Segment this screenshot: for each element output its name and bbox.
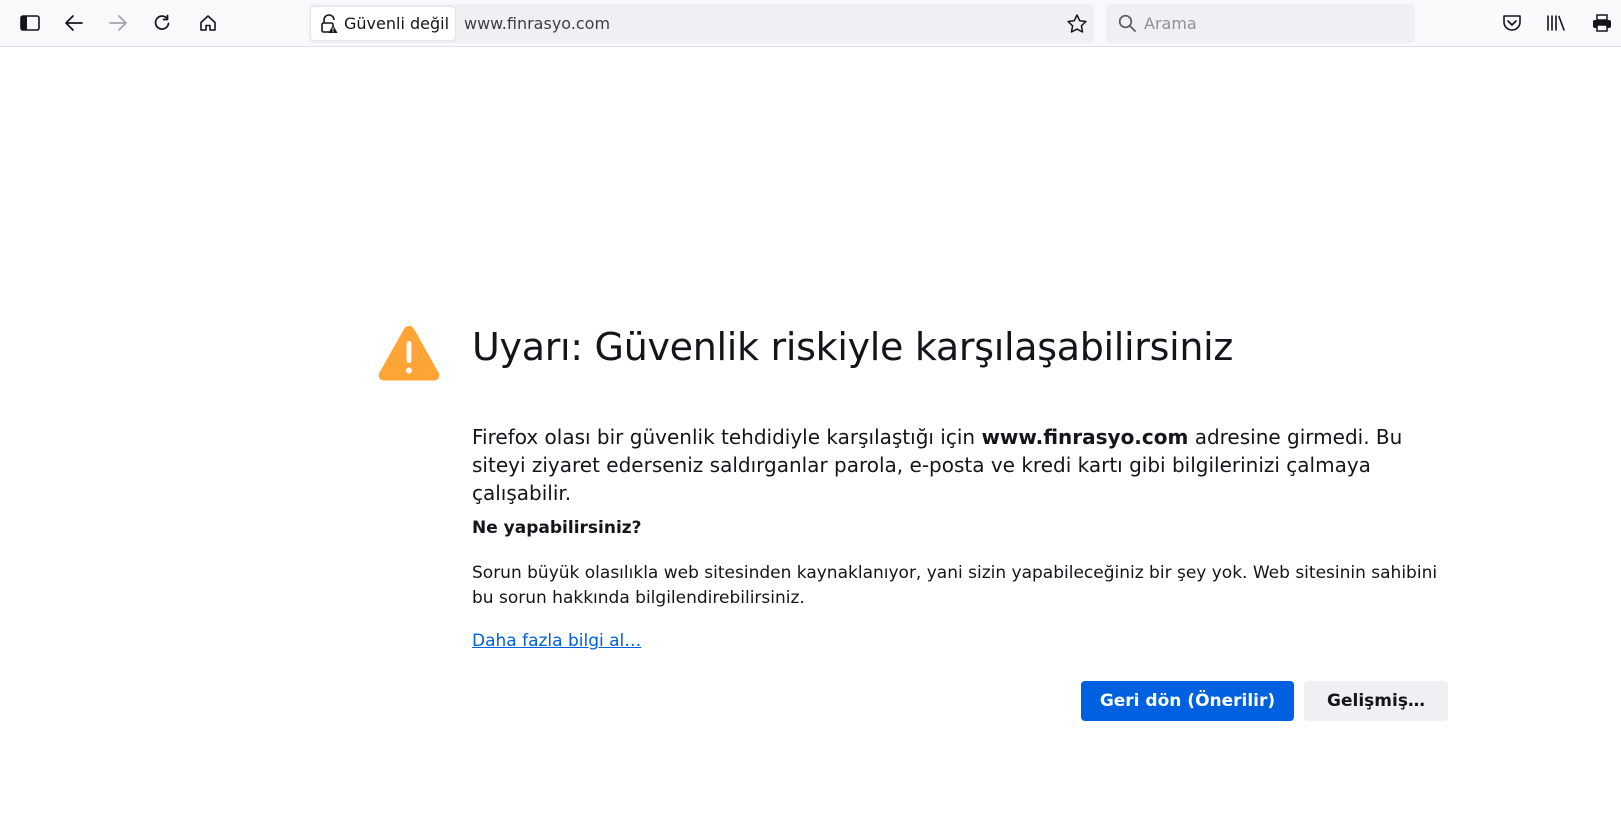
warning-icon bbox=[377, 323, 441, 383]
insecure-lock-icon bbox=[320, 13, 338, 34]
print-icon[interactable] bbox=[1586, 7, 1618, 39]
library-icon[interactable] bbox=[1541, 7, 1573, 39]
sidebar-icon[interactable] bbox=[14, 7, 46, 39]
search-bar[interactable] bbox=[1106, 4, 1415, 43]
search-icon bbox=[1118, 14, 1136, 36]
page-title: Uyarı: Güvenlik riskiyle karşılaşabilirs… bbox=[472, 325, 1234, 369]
search-input[interactable] bbox=[1144, 11, 1404, 35]
pocket-icon[interactable] bbox=[1496, 7, 1528, 39]
star-icon[interactable] bbox=[1065, 12, 1089, 36]
learn-more-link[interactable]: Daha fazla bilgi al… bbox=[472, 631, 641, 651]
not-secure-label: Güvenli değil bbox=[344, 14, 450, 33]
what-can-you-do-heading: Ne yapabilirsiniz? bbox=[472, 518, 642, 538]
desc-domain: www.finrasyo.com bbox=[981, 425, 1189, 449]
reload-icon[interactable] bbox=[146, 7, 178, 39]
go-back-button[interactable]: Geri dön (Önerilir) bbox=[1081, 681, 1294, 721]
url-text[interactable]: www.finrasyo.com bbox=[464, 14, 610, 33]
desc-text-1: Firefox olası bir güvenlik tehdidiyle ka… bbox=[472, 425, 982, 449]
site-identity-box[interactable]: Güvenli değil bbox=[311, 7, 455, 40]
url-bar[interactable]: Güvenli değil www.finrasyo.com bbox=[309, 4, 1094, 43]
error-description: Firefox olası bir güvenlik tehdidiyle ka… bbox=[472, 423, 1432, 507]
home-icon[interactable] bbox=[192, 7, 224, 39]
advanced-button[interactable]: Gelişmiş… bbox=[1304, 681, 1448, 721]
what-can-you-do-text: Sorun büyük olasılıkla web sitesinden ka… bbox=[472, 563, 1438, 608]
back-arrow-icon[interactable] bbox=[58, 7, 90, 39]
browser-toolbar: Güvenli değil www.finrasyo.com bbox=[0, 0, 1621, 47]
forward-arrow-icon[interactable] bbox=[102, 7, 134, 39]
error-page: Uyarı: Güvenlik riskiyle karşılaşabilirs… bbox=[0, 47, 1621, 831]
